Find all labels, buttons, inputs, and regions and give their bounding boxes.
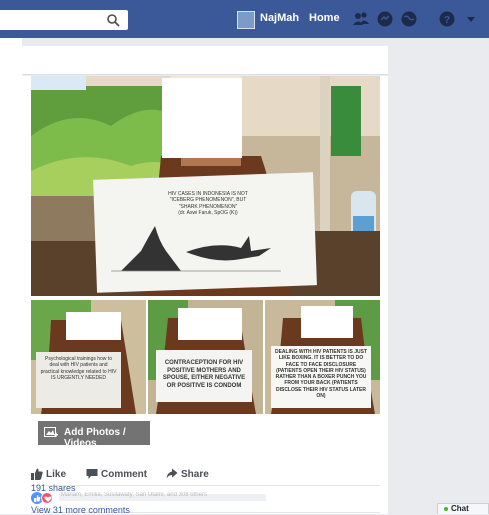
online-status-icon bbox=[444, 507, 448, 511]
search-icon[interactable] bbox=[106, 13, 120, 27]
thumbnail-photo-3[interactable]: DEALING WITH HIV PATIENTS IS JUST LIKE B… bbox=[265, 300, 380, 414]
svg-text:?: ? bbox=[444, 15, 450, 26]
shares-count[interactable]: 191 shares bbox=[31, 483, 76, 493]
like-button[interactable]: Like bbox=[31, 468, 76, 482]
share-label: Share bbox=[181, 469, 209, 480]
thumbnail-photo-2[interactable]: CONTRACEPTION FOR HIV POSITIVE MOTHERS A… bbox=[148, 300, 263, 414]
help-icon[interactable]: ? bbox=[438, 10, 456, 28]
right-sidebar bbox=[388, 38, 489, 514]
globe-icon[interactable] bbox=[400, 10, 418, 28]
comment-button[interactable]: Comment bbox=[86, 468, 156, 482]
thumbnail-sign-2: CONTRACEPTION FOR HIV POSITIVE MOTHERS A… bbox=[156, 350, 252, 402]
thumbnail-sign-1: Psychological trainings how to deal with… bbox=[40, 356, 117, 381]
friends-icon[interactable] bbox=[352, 10, 370, 28]
like-icon bbox=[31, 468, 43, 480]
home-link[interactable]: Home bbox=[309, 12, 340, 24]
add-photos-videos-button[interactable]: Add Photos / Videos bbox=[38, 421, 150, 449]
thumbnail-photo-1[interactable]: Psychological trainings how to deal with… bbox=[31, 300, 146, 414]
post-card: HIV CASES IN INDONESIA IS NOT "ICEBERG P… bbox=[22, 76, 388, 514]
love-reaction-icon bbox=[41, 492, 53, 504]
like-label: Like bbox=[46, 469, 67, 480]
post-actions: Like Comment Share bbox=[22, 463, 388, 485]
comment-icon bbox=[86, 469, 98, 479]
actions-divider bbox=[31, 485, 380, 486]
profile-name-link[interactable]: NajMah bbox=[260, 12, 299, 24]
face-redaction bbox=[162, 78, 242, 158]
main-sign-text: HIV CASES IN INDONESIA IS NOT "ICEBERG P… bbox=[133, 188, 283, 218]
top-navigation-bar: NajMah Home ? bbox=[0, 0, 489, 38]
face-redaction bbox=[66, 312, 121, 340]
reaction-names[interactable]: Mariam, Emilia, Susilawaty, Sari Utami, … bbox=[61, 492, 207, 498]
share-button[interactable]: Share bbox=[166, 468, 221, 482]
face-redaction bbox=[178, 308, 242, 340]
post-composer[interactable] bbox=[0, 46, 388, 75]
left-panel bbox=[0, 38, 22, 514]
chat-tab[interactable]: Chat bbox=[437, 503, 489, 514]
caret-down-icon[interactable] bbox=[462, 10, 480, 28]
messages-icon[interactable] bbox=[376, 10, 394, 28]
comment-label: Comment bbox=[101, 469, 148, 480]
profile-avatar[interactable] bbox=[237, 11, 255, 29]
main-sign-line-4: (dr. Aswi Faruk, SpOG (K)) bbox=[178, 209, 238, 216]
face-redaction bbox=[301, 306, 353, 338]
search-box[interactable] bbox=[0, 10, 128, 30]
page-content: HIV CASES IN INDONESIA IS NOT "ICEBERG P… bbox=[0, 38, 489, 514]
chat-label: Chat bbox=[451, 504, 469, 513]
thumbnail-sign-3: DEALING WITH HIV PATIENTS IS JUST LIKE B… bbox=[271, 346, 371, 408]
share-icon bbox=[166, 468, 178, 479]
add-photos-label: Add Photos / Videos bbox=[64, 427, 126, 449]
camera-icon bbox=[44, 427, 58, 437]
main-photo[interactable]: HIV CASES IN INDONESIA IS NOT "ICEBERG P… bbox=[31, 76, 380, 296]
